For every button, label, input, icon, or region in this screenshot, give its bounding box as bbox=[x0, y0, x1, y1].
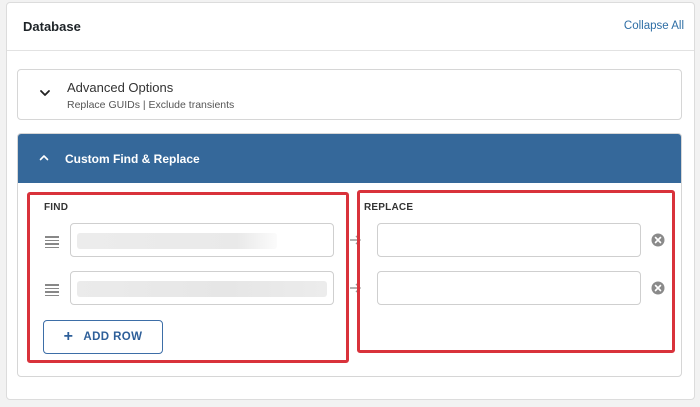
chevron-up-icon bbox=[39, 155, 49, 161]
drag-handle-icon[interactable] bbox=[45, 284, 59, 296]
chevron-down-icon bbox=[40, 90, 50, 96]
replace-input[interactable] bbox=[377, 223, 641, 257]
replace-input[interactable] bbox=[377, 271, 641, 305]
advanced-options-title: Advanced Options bbox=[67, 80, 174, 95]
page-title: Database bbox=[23, 19, 81, 34]
clear-circle-icon[interactable] bbox=[651, 233, 665, 247]
clear-circle-icon[interactable] bbox=[651, 281, 665, 295]
panel-header: Database Collapse All bbox=[7, 3, 694, 51]
custom-find-replace-title: Custom Find & Replace bbox=[65, 152, 200, 166]
collapse-all-link[interactable]: Collapse All bbox=[624, 20, 684, 32]
replace-column-label: REPLACE bbox=[364, 202, 414, 213]
arrow-right-icon bbox=[350, 235, 361, 245]
drag-handle-icon[interactable] bbox=[45, 236, 59, 248]
advanced-options-summary: Replace GUIDs | Exclude transients bbox=[67, 99, 235, 111]
add-row-button[interactable]: + ADD ROW bbox=[43, 320, 163, 354]
arrow-right-icon bbox=[350, 283, 361, 293]
find-input[interactable] bbox=[70, 223, 334, 257]
add-row-label: ADD ROW bbox=[83, 331, 143, 343]
redacted-text bbox=[77, 233, 277, 249]
find-input[interactable] bbox=[70, 271, 334, 305]
plus-icon: + bbox=[63, 328, 74, 345]
custom-find-replace-header[interactable]: Custom Find & Replace bbox=[18, 134, 681, 183]
advanced-options-accordion[interactable]: Advanced Options Replace GUIDs | Exclude… bbox=[17, 69, 682, 120]
redacted-text bbox=[77, 281, 327, 297]
find-column-label: FIND bbox=[44, 202, 69, 213]
